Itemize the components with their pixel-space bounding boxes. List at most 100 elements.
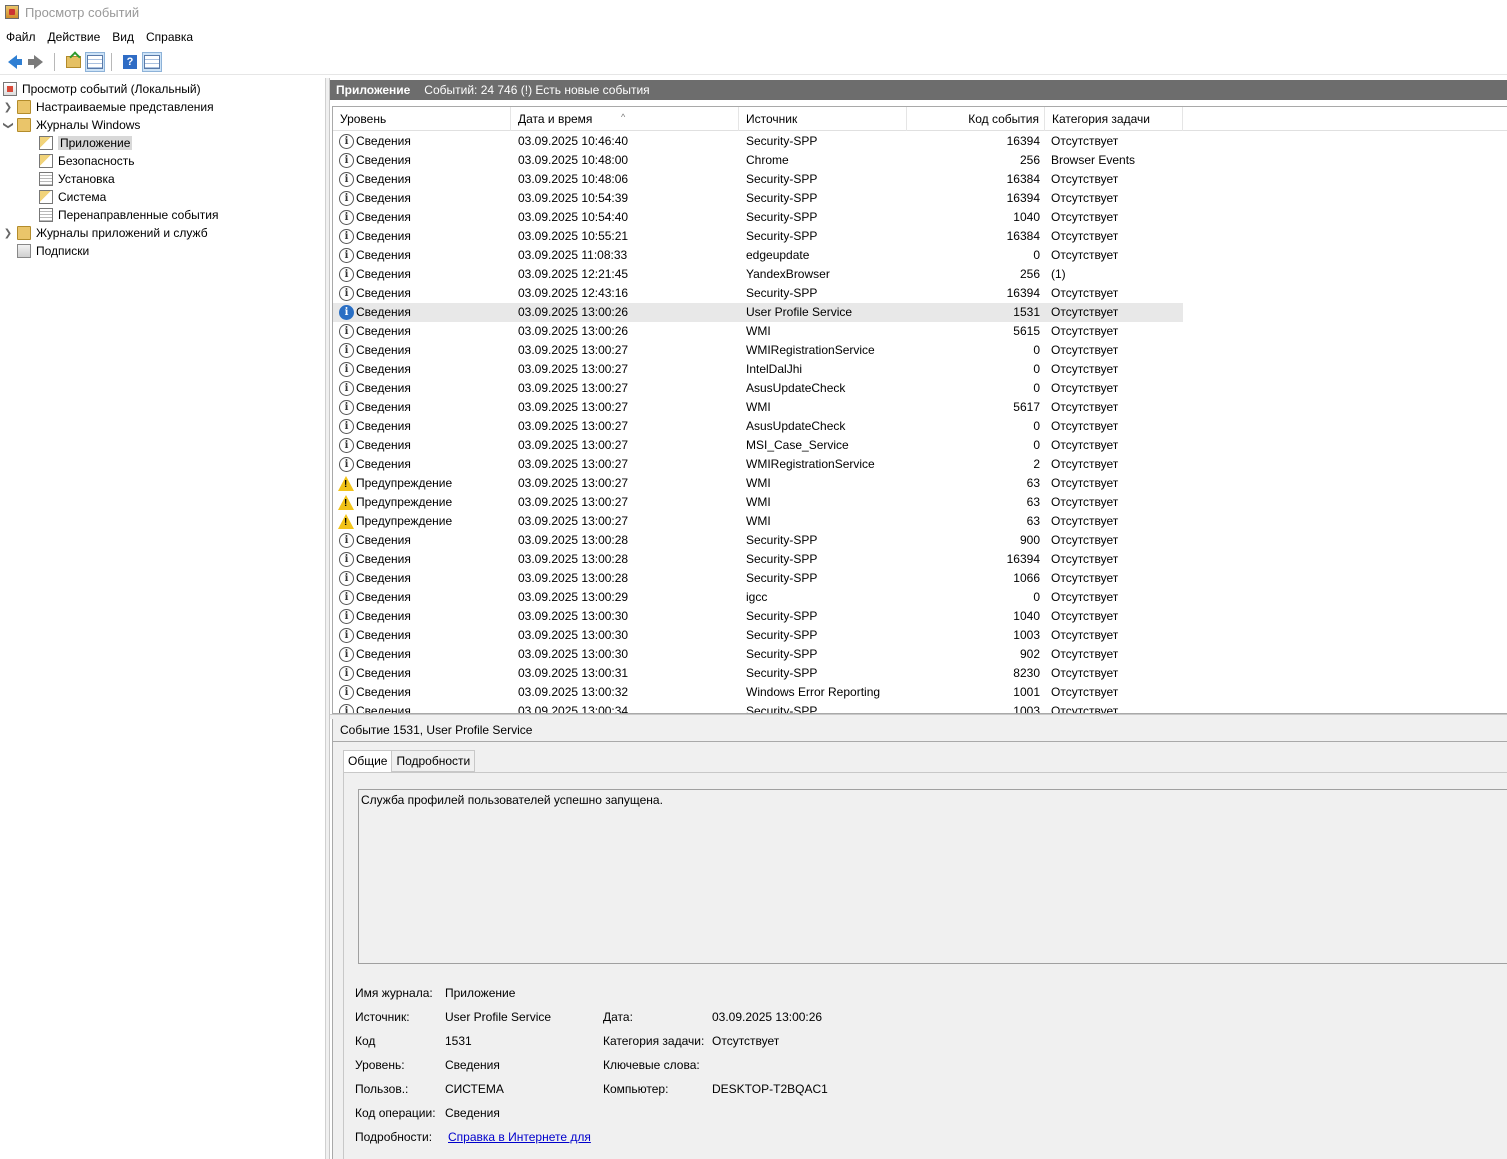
table-row[interactable]: Предупреждение 03.09.2025 13:00:27 WMI 63 От… xyxy=(333,474,1183,493)
table-row[interactable]: Предупреждение 03.09.2025 13:00:27 WMI 63 От… xyxy=(333,512,1183,531)
cell-level: Сведения xyxy=(356,191,411,205)
cell-event-code: 63 xyxy=(1026,476,1040,490)
tree-item-setup[interactable]: Установка xyxy=(39,170,115,188)
cell-event-code: 256 xyxy=(1019,267,1040,281)
online-help-link[interactable]: Справка в Интернете для xyxy=(448,1130,591,1144)
column-level[interactable]: Уровень xyxy=(333,107,511,131)
table-row[interactable]: i Сведения 03.09.2025 13:00:30 Security-SPP… xyxy=(333,626,1183,645)
tab-general[interactable]: Общие xyxy=(343,750,393,773)
table-row[interactable]: i Сведения 03.09.2025 13:00:32 Windows Erro… xyxy=(333,683,1183,702)
table-row[interactable]: i Сведения 03.09.2025 13:00:27 MSI_Case_Ser… xyxy=(333,436,1183,455)
table-row[interactable]: i Сведения 03.09.2025 10:54:39 Security-SPP… xyxy=(333,189,1183,208)
tree-item-app-service-logs[interactable]: ❯ Журналы приложений и служб xyxy=(3,224,208,242)
folder-icon xyxy=(17,118,31,132)
table-row[interactable]: i Сведения 03.09.2025 13:00:26 WMI 5615 Отсут… xyxy=(333,322,1183,341)
cell-source: Security-SPP xyxy=(746,704,818,714)
table-row[interactable]: i Сведения 03.09.2025 13:00:28 Security-SPP… xyxy=(333,550,1183,569)
table-row[interactable]: i Сведения 03.09.2025 13:00:26 User Profile… xyxy=(333,303,1183,322)
table-row[interactable]: i Сведения 03.09.2025 10:48:06 Security-SPP… xyxy=(333,170,1183,189)
tree-item-subscriptions[interactable]: Подписки xyxy=(17,242,89,260)
cell-datetime: 03.09.2025 11:08:33 xyxy=(518,248,628,262)
table-row[interactable]: i Сведения 03.09.2025 10:54:40 Security-SPP… xyxy=(333,208,1183,227)
table-row[interactable]: i Сведения 03.09.2025 13:00:27 WMIRegistrat… xyxy=(333,455,1183,474)
table-row[interactable]: i Сведения 03.09.2025 10:46:40 Security-SPP… xyxy=(333,132,1183,151)
tree-item-custom-views[interactable]: ❯ Настраиваемые представления xyxy=(3,98,214,116)
table-row[interactable]: i Сведения 03.09.2025 10:48:00 Chrome 256 Bro… xyxy=(333,151,1183,170)
tree-item-windows-logs[interactable]: ❯ Журналы Windows xyxy=(3,116,140,134)
chevron-right-icon[interactable]: ❯ xyxy=(3,228,13,239)
log-name-label: Имя журнала: xyxy=(355,986,433,1000)
cell-task-category: Отсутствует xyxy=(1051,552,1119,566)
tree-item-security[interactable]: Безопасность xyxy=(39,152,135,170)
toolbar: ? xyxy=(0,49,1507,75)
column-source[interactable]: Источник xyxy=(739,107,907,131)
event-message-box[interactable]: Служба профилей пользователей успешно за… xyxy=(358,789,1507,964)
menu-view[interactable]: Вид xyxy=(106,27,140,47)
cell-datetime: 03.09.2025 10:48:00 xyxy=(518,153,629,167)
info-icon: i xyxy=(339,590,354,605)
table-row[interactable]: i Сведения 03.09.2025 12:43:16 Security-SPP… xyxy=(333,284,1183,303)
cell-datetime: 03.09.2025 10:48:06 xyxy=(518,172,629,186)
log-name-value: Приложение xyxy=(445,986,516,1000)
tree-item-root[interactable]: Просмотр событий (Локальный) xyxy=(3,80,201,98)
cell-datetime: 03.09.2025 12:21:45 xyxy=(518,267,629,281)
table-row[interactable]: i Сведения 03.09.2025 13:00:27 AsusUpdateCh… xyxy=(333,379,1183,398)
up-folder-button[interactable] xyxy=(63,52,83,72)
cell-task-category: Отсутствует xyxy=(1051,495,1119,509)
tree-item-forwarded-events[interactable]: Перенаправленные события xyxy=(39,206,218,224)
menu-file[interactable]: Файл xyxy=(0,27,42,47)
cell-event-code: 0 xyxy=(1033,438,1040,452)
log-icon xyxy=(39,208,53,222)
tree-item-application[interactable]: Приложение xyxy=(39,134,133,152)
cell-source: YandexBrowser xyxy=(746,267,830,281)
tree-item-label: Система xyxy=(58,190,107,204)
cell-event-code: 1040 xyxy=(1013,609,1040,623)
show-hide-tree-button[interactable] xyxy=(85,51,105,72)
table-row[interactable]: i Сведения 03.09.2025 13:00:30 Security-SPP… xyxy=(333,607,1183,626)
cell-level: Сведения xyxy=(356,172,411,186)
table-row[interactable]: i Сведения 03.09.2025 13:00:34 Security-SPP… xyxy=(333,702,1183,714)
tree-item-system[interactable]: Система xyxy=(39,188,106,206)
cell-task-category: Отсутствует xyxy=(1051,666,1119,680)
menu-action[interactable]: Действие xyxy=(42,27,107,47)
cell-datetime: 03.09.2025 13:00:27 xyxy=(518,343,629,357)
help-button[interactable]: ? xyxy=(120,52,140,72)
table-row[interactable]: Предупреждение 03.09.2025 13:00:27 WMI 63 От… xyxy=(333,493,1183,512)
column-task-category[interactable]: Категория задачи xyxy=(1045,107,1183,131)
table-row[interactable]: i Сведения 03.09.2025 13:00:27 AsusUpdateCh… xyxy=(333,417,1183,436)
table-row[interactable]: i Сведения 03.09.2025 13:00:28 Security-SPP… xyxy=(333,569,1183,588)
info-icon: i xyxy=(339,324,354,339)
forward-button[interactable] xyxy=(27,52,48,72)
table-row[interactable]: i Сведения 03.09.2025 12:21:45 YandexBrowse… xyxy=(333,265,1183,284)
cell-source: AsusUpdateCheck xyxy=(746,419,846,433)
menu-help[interactable]: Справка xyxy=(140,27,199,47)
cell-event-code: 63 xyxy=(1026,495,1040,509)
cell-level: Сведения xyxy=(356,381,411,395)
show-hide-action-pane-button[interactable] xyxy=(142,51,162,72)
table-row[interactable]: i Сведения 03.09.2025 13:00:27 WMIRegistrat… xyxy=(333,341,1183,360)
arrow-right-icon xyxy=(27,54,43,69)
tab-details[interactable]: Подробности xyxy=(391,750,476,772)
tree-item-label: Перенаправленные события xyxy=(58,208,219,222)
cell-source: WMIRegistrationService xyxy=(746,457,875,471)
table-row[interactable]: i Сведения 03.09.2025 13:00:30 Security-SPP… xyxy=(333,645,1183,664)
cell-task-category: Отсутствует xyxy=(1051,286,1119,300)
source-value: User Profile Service xyxy=(445,1010,552,1024)
table-row[interactable]: i Сведения 03.09.2025 13:00:27 WMI 5617 Отсут… xyxy=(333,398,1183,417)
table-row[interactable]: i Сведения 03.09.2025 13:00:29 igcc 0 Отсутст… xyxy=(333,588,1183,607)
chevron-down-icon[interactable]: ❯ xyxy=(3,120,14,130)
cell-source: MSI_Case_Service xyxy=(746,438,849,452)
table-row[interactable]: i Сведения 03.09.2025 13:00:31 Security-SPP… xyxy=(333,664,1183,683)
info-icon: i xyxy=(339,628,354,643)
back-button[interactable] xyxy=(2,52,22,72)
table-row[interactable]: i Сведения 03.09.2025 13:00:27 IntelDalJhi 0… xyxy=(333,360,1183,379)
event-viewer-app-icon xyxy=(5,5,19,19)
column-event-code[interactable]: Код события xyxy=(907,107,1045,131)
column-datetime[interactable]: Дата и время ^ xyxy=(511,107,739,131)
table-row[interactable]: i Сведения 03.09.2025 11:08:33 edgeupdate 0 О… xyxy=(333,246,1183,265)
chevron-right-icon[interactable]: ❯ xyxy=(3,102,13,113)
table-row[interactable]: i Сведения 03.09.2025 10:55:21 Security-SPP… xyxy=(333,227,1183,246)
log-icon xyxy=(39,190,53,204)
vertical-splitter[interactable] xyxy=(326,78,330,1159)
table-row[interactable]: i Сведения 03.09.2025 13:00:28 Security-SPP… xyxy=(333,531,1183,550)
